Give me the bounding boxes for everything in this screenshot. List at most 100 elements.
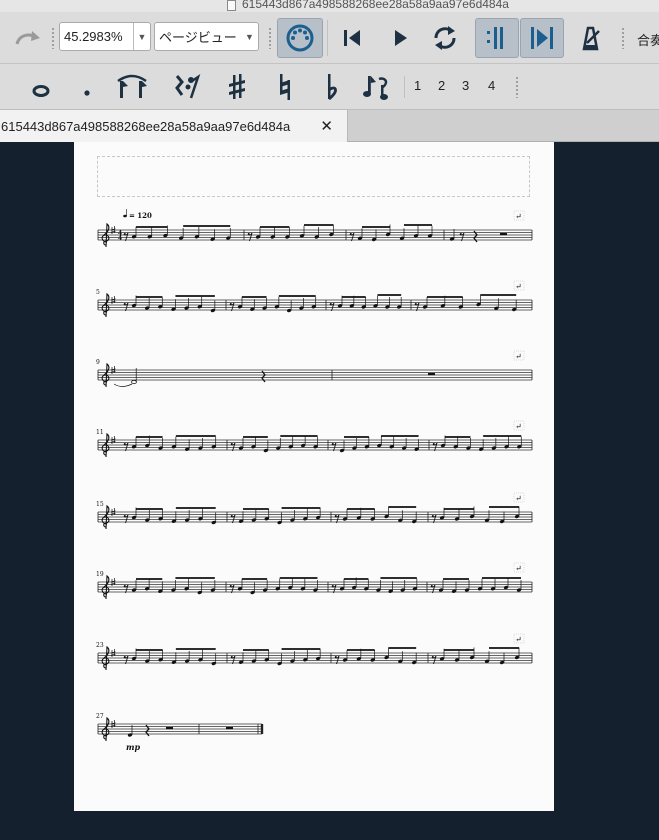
rest-dot — [123, 585, 126, 587]
treble-clef[interactable] — [101, 362, 110, 388]
system-break-icon[interactable]: ↵ — [515, 282, 522, 291]
toolbar-grip[interactable] — [51, 27, 55, 49]
dynamic-marking[interactable]: mp — [126, 742, 140, 752]
system-break-icon[interactable]: ↵ — [515, 422, 522, 431]
half-rest[interactable] — [500, 233, 507, 236]
metronome-button[interactable] — [574, 22, 606, 54]
rest-dot — [334, 656, 337, 658]
flip-direction-button[interactable] — [360, 72, 394, 102]
view-mode-dropdown-arrow[interactable]: ▼ — [241, 23, 258, 50]
play-button[interactable] — [382, 22, 418, 54]
augmentation-dot-button[interactable] — [74, 74, 100, 104]
treble-clef[interactable] — [101, 716, 110, 742]
measure-number: 5 — [96, 289, 100, 296]
score-tab-label[interactable]: 615443d867a498588268ee28a58a9aa97e6d484a — [1, 119, 290, 134]
system-break-icon[interactable]: ↵ — [515, 352, 522, 361]
system-break-icon[interactable]: ↵ — [515, 494, 522, 503]
zoom-value[interactable]: 45.2983% — [60, 29, 123, 44]
treble-clef[interactable] — [101, 222, 110, 248]
score-tab-bar: 615443d867a498588268ee28a58a9aa97e6d484a… — [0, 110, 659, 142]
half-rest[interactable] — [428, 373, 435, 376]
view-mode-select[interactable]: ページビュー ▼ — [154, 22, 259, 51]
treble-clef[interactable] — [101, 292, 110, 318]
score-notation[interactable]: 44= 120 ↵5↵9↵11↵15↵19↵23↵27mp — [74, 142, 554, 811]
play-icon — [395, 30, 407, 46]
system-break-icon[interactable]: ↵ — [515, 564, 522, 573]
main-toolbar: 45.2983% ▼ ページビュー ▼ 合奏 — [0, 12, 659, 64]
flat-button[interactable] — [318, 72, 348, 102]
metronome-icon — [582, 26, 600, 51]
half-rest[interactable] — [166, 727, 173, 730]
loop-out-icon — [531, 27, 553, 49]
measure-number: 9 — [96, 359, 100, 366]
note-input-toolbar: 1 2 3 4 — [0, 64, 659, 110]
treble-clef[interactable] — [101, 574, 110, 600]
tie-icon — [117, 74, 147, 98]
tie-button[interactable] — [112, 72, 152, 102]
voice-2-button[interactable]: 2 — [438, 78, 445, 93]
rest-dot — [123, 443, 126, 445]
rest-dot — [123, 515, 126, 517]
voice-3-button[interactable]: 3 — [462, 78, 469, 93]
flip-direction-icon — [363, 76, 388, 100]
toolbar-grip[interactable] — [515, 76, 519, 98]
system-break-icon[interactable]: ↵ — [515, 635, 522, 644]
midi-input-icon — [286, 24, 314, 52]
document-icon — [227, 0, 236, 11]
score-canvas[interactable]: 4 4 = 120 ↵ 5 ↵ 9 ↵ 11 ↵ 15 ↵ 19 ↵ 23 ↵ 27 mp — [0, 142, 659, 840]
mixer-label[interactable]: 合奏 — [637, 30, 659, 49]
rest-dot — [331, 443, 334, 445]
rest-dot — [123, 656, 126, 658]
sharp-button[interactable] — [222, 72, 252, 102]
rest-dot — [123, 303, 126, 305]
natural-icon — [280, 74, 290, 100]
rest-dot — [230, 443, 233, 445]
treble-clef[interactable] — [101, 432, 110, 458]
toolbar-grip[interactable] — [621, 27, 625, 49]
natural-button[interactable] — [270, 72, 300, 102]
treble-clef[interactable] — [101, 645, 110, 671]
rest-dot — [331, 585, 334, 587]
rest-dot — [247, 233, 250, 235]
voice-1-button[interactable]: 1 — [414, 78, 421, 93]
score-page[interactable]: 4 4 = 120 ↵ 5 ↵ 9 ↵ 11 ↵ 15 ↵ 19 ↵ 23 ↵ 27 mp — [74, 142, 554, 811]
rest-dot — [349, 233, 352, 235]
score-tab[interactable]: 615443d867a498588268ee28a58a9aa97e6d484a… — [0, 110, 348, 142]
midi-input-button[interactable] — [277, 18, 323, 58]
rest-dot — [334, 515, 337, 517]
loop-out-button[interactable] — [520, 18, 564, 58]
half-note-head[interactable] — [131, 379, 137, 385]
measure-number: 27 — [96, 713, 104, 720]
zoom-dropdown-arrow[interactable]: ▼ — [133, 23, 150, 50]
zoom-combobox[interactable]: 45.2983% ▼ — [59, 22, 151, 51]
treble-clef[interactable] — [101, 504, 110, 530]
rest-dot — [459, 233, 462, 235]
window-title-bar: 615443d867a498588268ee28a58a9aa97e6d484a — [0, 0, 659, 12]
loop-icon — [434, 26, 456, 50]
measure-number: 23 — [96, 642, 104, 649]
half-rest[interactable] — [226, 727, 233, 730]
rewind-button[interactable] — [334, 22, 370, 54]
loop-playback-button[interactable] — [426, 22, 464, 54]
rest-dot — [229, 585, 232, 587]
time-signature-denominator[interactable]: 4 — [118, 235, 122, 242]
rest-dot — [430, 585, 433, 587]
tie — [113, 383, 133, 387]
view-mode-value[interactable]: ページビュー — [155, 27, 237, 46]
system-break-icon[interactable]: ↵ — [515, 212, 522, 221]
toolbar-grip[interactable] — [268, 27, 272, 49]
whole-note-button[interactable] — [26, 74, 56, 104]
tempo-marking[interactable]: = 120 — [129, 211, 152, 220]
rest-dot — [414, 303, 417, 305]
measure-number: 15 — [96, 501, 104, 508]
rest-dot — [431, 515, 434, 517]
close-tab-icon[interactable]: ✕ — [320, 117, 333, 135]
loop-in-button[interactable] — [475, 18, 519, 58]
voice-4-button[interactable]: 4 — [488, 78, 495, 93]
whole-note-icon — [32, 85, 50, 97]
redo-button[interactable] — [12, 24, 44, 52]
window-title: 615443d867a498588268ee28a58a9aa97e6d484a — [242, 0, 509, 11]
rest-dot — [230, 515, 233, 517]
rest-button[interactable] — [168, 72, 204, 102]
rest-dot — [431, 656, 434, 658]
